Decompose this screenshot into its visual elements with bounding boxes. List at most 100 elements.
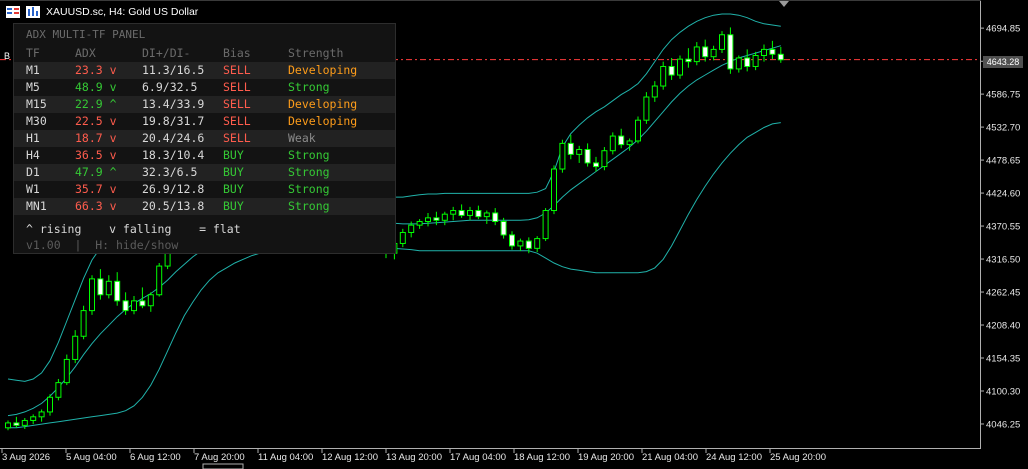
candle [609,132,616,155]
chart-shift-marker-icon[interactable] [779,1,789,7]
panel-row-m15: M15 22.9 ^ 13.4/33.9 SELL Developing [14,96,395,113]
candle-body [777,53,784,61]
candle-body [727,34,734,70]
candle [517,238,524,251]
panel-row-h4: H4 36.5 v 18.3/10.4 BUY Strong [14,147,395,164]
candle [441,211,448,226]
cell-bias: SELL [223,63,251,77]
adx-multi-tf-panel: ADX MULTI-TF PANEL TF ADX DI+/DI- Bias S… [13,23,396,254]
candle-body [80,310,87,337]
candle-body [601,150,608,168]
cell-bias: BUY [223,165,244,179]
time-axis-label: 5 Aug 04:00 [66,452,117,463]
candle-body [660,65,667,87]
candle-body [467,210,473,216]
candle-body [441,213,448,221]
candle [761,44,767,62]
candle-body [643,96,650,121]
cell-tf: M15 [26,97,47,111]
header-strength: Strength [288,46,344,60]
candle [72,330,79,364]
time-axis-label: 3 Aug 2026 [2,452,50,463]
panel-header-row: TF ADX DI+/DI- Bias Strength [14,45,395,62]
candle-body [677,58,683,76]
candle-body [542,210,549,240]
candle-body [719,34,725,50]
candle [693,42,700,66]
cell-di: 20.5/13.8 [142,199,205,213]
price-axis-label: 4478.65 [986,156,1020,167]
candle-body [30,416,37,421]
candle-body [551,168,557,212]
candle-body [13,422,20,426]
candle [80,305,87,340]
candle [567,134,574,160]
chart-title: XAUUSD.sc, H4: Gold US Dollar [46,6,199,18]
header-adx: ADX [75,46,96,60]
cell-di: 11.3/16.5 [142,63,205,77]
candle [13,416,20,428]
candle-body [584,148,591,164]
candle-body [147,294,154,307]
cell-adx: 66.3 v [75,199,117,213]
cell-adx: 36.5 v [75,148,117,162]
cell-tf: MN1 [26,199,47,213]
cell-strength: Strong [288,80,330,94]
candle [475,205,482,220]
candle [593,156,599,172]
candle [702,39,709,62]
candle-body [433,217,440,221]
cell-tf: H1 [26,131,40,145]
time-axis-label: 11 Aug 04:00 [258,452,313,463]
candle [30,414,37,425]
price-axis-label: 4424.60 [986,189,1020,200]
candle [97,269,104,300]
panel-row-d1: D1 47.9 ^ 32.3/6.5 BUY Strong [14,164,395,181]
cell-di: 20.4/24.6 [142,131,205,145]
candle-body [47,396,53,413]
candle-body [475,210,482,218]
cell-tf: M30 [26,114,47,128]
candle-body [693,46,700,63]
candle-body [105,280,112,296]
candle-body [425,217,431,223]
price-axis-label: 4154.35 [986,354,1020,365]
candle-body [131,300,137,312]
candle [105,275,112,299]
cell-tf: M1 [26,63,40,77]
cell-adx: 22.9 ^ [75,97,117,111]
cell-strength: Weak [288,131,316,145]
candle-body [458,210,465,216]
candle [542,208,549,242]
candle [710,45,717,61]
candle [500,217,507,239]
candle [777,46,784,63]
header-tf: TF [26,46,40,60]
candle-body [450,210,457,215]
candle [492,208,499,226]
panel-row-h1: H1 18.7 v 20.4/24.6 SELL Weak [14,130,395,147]
candle-body [483,212,490,218]
candle-body [534,238,541,249]
candle [660,61,667,90]
cell-adx: 35.7 v [75,182,117,196]
candle-body [517,240,524,247]
cell-di: 6.9/32.5 [142,80,198,94]
candle [458,204,465,218]
cell-adx: 48.9 v [75,80,117,94]
candle-body [21,419,28,426]
candle-body [651,85,658,98]
candle-body [492,212,499,223]
candle [618,128,625,149]
candle [534,236,541,253]
candle-body [752,55,759,67]
candle [576,145,583,163]
cell-bias: SELL [223,80,251,94]
candle [719,31,725,54]
candle-body [626,140,633,146]
candle-body [72,335,79,360]
cell-di: 26.9/12.8 [142,182,205,196]
candle-body [139,300,146,307]
candle-body [525,240,532,249]
panel-row-mn1: MN1 66.3 v 20.5/13.8 BUY Strong [14,198,395,215]
